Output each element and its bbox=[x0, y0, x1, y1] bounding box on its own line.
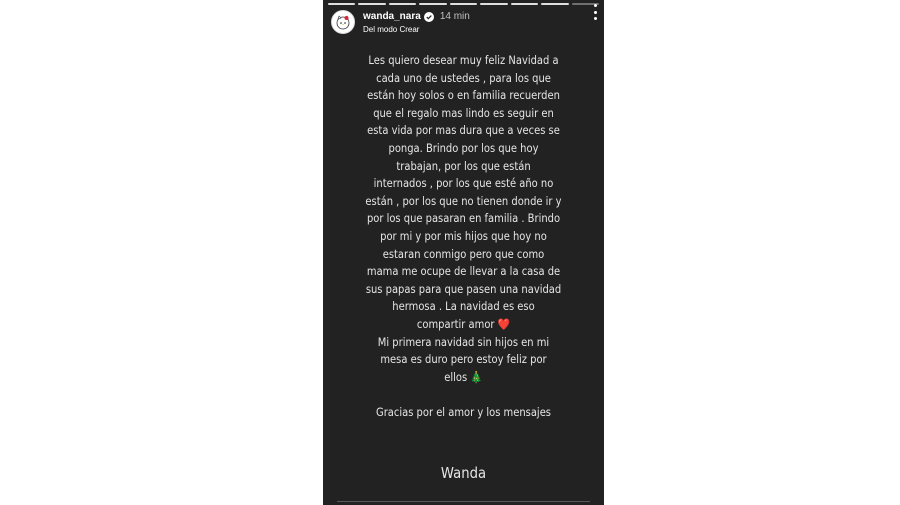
message-line: mama me ocupe de llevar a la casa de bbox=[366, 265, 561, 279]
message-line-text: compartir amor bbox=[416, 317, 495, 331]
message-line: mesa es duro pero estoy feliz por bbox=[380, 353, 547, 367]
progress-segment bbox=[419, 3, 447, 5]
message-line: Gracias por el amor y los mensajes bbox=[376, 405, 551, 419]
message-line: por mi y por mis hijos que hoy no bbox=[380, 229, 547, 243]
message-line: ponga. Brindo por los que hoy bbox=[388, 141, 539, 155]
avatar[interactable] bbox=[331, 10, 355, 34]
progress-segment bbox=[388, 3, 417, 5]
message-line: Mi primera navidad sin hijos en mi bbox=[377, 335, 550, 349]
message-line: internados , por los que esté año no bbox=[373, 177, 554, 191]
message-line: esta vida por mas dura que a veces se bbox=[367, 124, 560, 138]
message-line-with-tree: ellos 🎄 bbox=[363, 369, 565, 387]
progress-segment bbox=[480, 3, 508, 5]
story-viewer[interactable]: wanda_nara 14 min Del modo Crear Les qui… bbox=[323, 0, 604, 505]
progress-segment bbox=[541, 3, 569, 5]
message-line: sus papas para que pasen una navidad bbox=[365, 282, 562, 296]
message-line-with-heart: compartir amor ❤️ bbox=[363, 316, 565, 334]
message-line: están , por los que no tienen donde ir y bbox=[365, 194, 562, 208]
story-progress-bar bbox=[328, 3, 599, 5]
heart-emoji-icon: ❤️ bbox=[497, 317, 511, 331]
hello-kitty-avatar-icon bbox=[336, 15, 350, 30]
progress-segment bbox=[358, 3, 386, 5]
message-line: estaran conmigo pero que como bbox=[382, 247, 545, 261]
verified-badge-icon bbox=[423, 11, 434, 22]
message-line bbox=[363, 386, 565, 404]
story-message: Les quiero desear muy feliz Navidad a ca… bbox=[363, 52, 565, 421]
progress-segment bbox=[510, 3, 539, 5]
message-line: que el regalo mas lindo es seguir en bbox=[373, 106, 554, 120]
message-line: trabajan, por los que están bbox=[396, 159, 531, 173]
message-line: hermosa . La navidad es eso bbox=[392, 300, 535, 314]
progress-segment bbox=[328, 3, 356, 5]
story-header: wanda_nara 14 min Del modo Crear bbox=[331, 10, 596, 38]
reply-bar[interactable] bbox=[337, 501, 590, 505]
christmas-tree-emoji-icon: 🎄 bbox=[470, 370, 483, 384]
message-line: están hoy solos o en familia recuerden bbox=[367, 89, 560, 103]
message-line: cada uno de ustedes , para los que bbox=[376, 71, 551, 85]
progress-segment bbox=[449, 3, 478, 5]
signature: Wanda bbox=[440, 464, 487, 482]
message-line: por los que pasaran en familia . Brindo bbox=[366, 212, 561, 226]
story-subtitle[interactable]: Del modo Crear bbox=[363, 25, 470, 34]
more-options-icon[interactable] bbox=[590, 4, 600, 20]
message-line-text: ellos bbox=[444, 370, 468, 384]
username[interactable]: wanda_nara bbox=[363, 11, 421, 22]
message-line: Les quiero desear muy feliz Navidad a bbox=[368, 54, 559, 67]
post-time: 14 min bbox=[439, 11, 470, 22]
